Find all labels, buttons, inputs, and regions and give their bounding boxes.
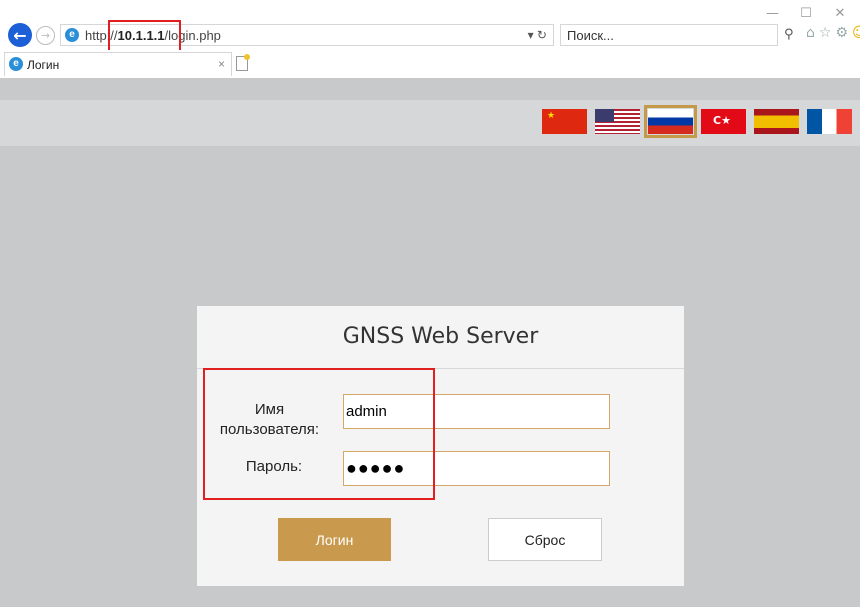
window-controls: — ☐ ✕ bbox=[766, 6, 846, 21]
home-icon[interactable]: ⌂ bbox=[806, 25, 815, 41]
forward-button[interactable]: → bbox=[36, 26, 55, 45]
search-input[interactable]: Поиск... bbox=[560, 24, 778, 46]
ie-page-icon: e bbox=[65, 28, 79, 42]
tab-title: Логин bbox=[27, 58, 60, 72]
login-panel: GNSS Web Server Имя пользователя: admin … bbox=[197, 306, 684, 586]
top-strip bbox=[0, 78, 860, 100]
minimize-button[interactable]: — bbox=[766, 6, 779, 21]
search-icon[interactable]: ⚲ bbox=[784, 27, 794, 42]
credentials-highlight-box bbox=[203, 368, 435, 500]
toolbar-icons: ⌂ ☆ ⚙ ☺ bbox=[806, 25, 860, 41]
reset-button[interactable]: Сброс bbox=[488, 518, 602, 561]
tab-close-icon[interactable]: × bbox=[218, 57, 225, 71]
language-flags bbox=[542, 105, 852, 138]
tab-login[interactable]: e Логин × bbox=[4, 52, 232, 76]
feedback-icon[interactable]: ☺ bbox=[852, 25, 860, 41]
new-tab-icon[interactable] bbox=[236, 54, 250, 71]
refresh-icon[interactable]: ▾ ↻ bbox=[528, 28, 547, 42]
flag-spain-icon[interactable] bbox=[754, 109, 799, 134]
back-button[interactable]: ← bbox=[8, 23, 32, 47]
maximize-button[interactable]: ☐ bbox=[800, 6, 812, 21]
page-title: GNSS Web Server bbox=[342, 324, 539, 349]
flag-usa-icon[interactable] bbox=[595, 109, 640, 134]
flag-russia-icon[interactable] bbox=[644, 105, 697, 138]
language-bar bbox=[0, 100, 860, 146]
flag-france-icon[interactable] bbox=[807, 109, 852, 134]
flag-china-icon[interactable] bbox=[542, 109, 587, 134]
flag-turkey-icon[interactable] bbox=[701, 109, 746, 134]
page-content: GNSS Web Server Имя пользователя: admin … bbox=[0, 78, 860, 607]
settings-icon[interactable]: ⚙ bbox=[835, 25, 848, 41]
close-button[interactable]: ✕ bbox=[834, 6, 846, 21]
search-placeholder: Поиск... bbox=[567, 28, 614, 43]
tab-row: e Логин × bbox=[0, 50, 860, 78]
login-button[interactable]: Логин bbox=[278, 518, 391, 561]
ie-tab-icon: e bbox=[9, 57, 23, 71]
favorites-icon[interactable]: ☆ bbox=[819, 25, 832, 41]
